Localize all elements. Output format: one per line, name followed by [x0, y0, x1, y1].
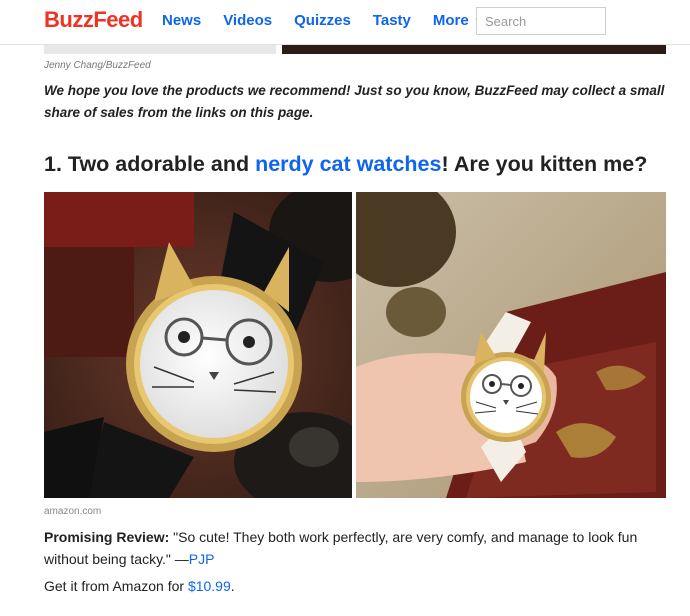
buzzfeed-logo[interactable]: BuzzFeed — [44, 7, 143, 33]
headline-product-link[interactable]: nerdy cat watches — [255, 152, 441, 176]
get-it-prefix: Get it from Amazon for — [44, 578, 188, 594]
review-label: Promising Review: — [44, 529, 170, 545]
headline-prefix: 1. Two adorable and — [44, 152, 256, 176]
previous-image-right — [282, 44, 666, 54]
get-it-line: Get it from Amazon for $10.99. — [44, 578, 235, 594]
search-input[interactable] — [476, 7, 606, 35]
product-image-left[interactable] — [44, 192, 352, 498]
cat-watch-photo-left — [44, 192, 352, 498]
nav-news[interactable]: News — [162, 12, 201, 29]
promising-review: Promising Review: "So cute! They both wo… — [44, 526, 674, 570]
product-image-right[interactable] — [356, 192, 666, 498]
nav-more-label: More — [432, 12, 469, 29]
review-author-link[interactable]: PJP — [189, 551, 215, 567]
previous-image-left — [44, 44, 276, 54]
get-it-suffix: . — [230, 578, 235, 594]
affiliate-disclaimer: We hope you love the products we recomme… — [44, 83, 665, 120]
nav-quizzes[interactable]: Quizzes — [294, 12, 351, 29]
nav-tasty[interactable]: Tasty — [373, 12, 411, 29]
photo-credit: Jenny Chang/BuzzFeed — [44, 60, 151, 71]
cat-watch-photo-right — [356, 192, 666, 498]
site-header: BuzzFeed News Videos Quizzes Tasty More — [0, 0, 690, 45]
headline-suffix: ! Are you kitten me? — [441, 152, 648, 176]
price-link[interactable]: $10.99 — [188, 578, 231, 594]
nav-videos[interactable]: Videos — [223, 12, 272, 29]
main-nav: News Videos Quizzes Tasty More — [162, 12, 506, 29]
image-credit: amazon.com — [44, 506, 102, 517]
item-headline: 1. Two adorable and nerdy cat watches! A… — [44, 152, 684, 177]
